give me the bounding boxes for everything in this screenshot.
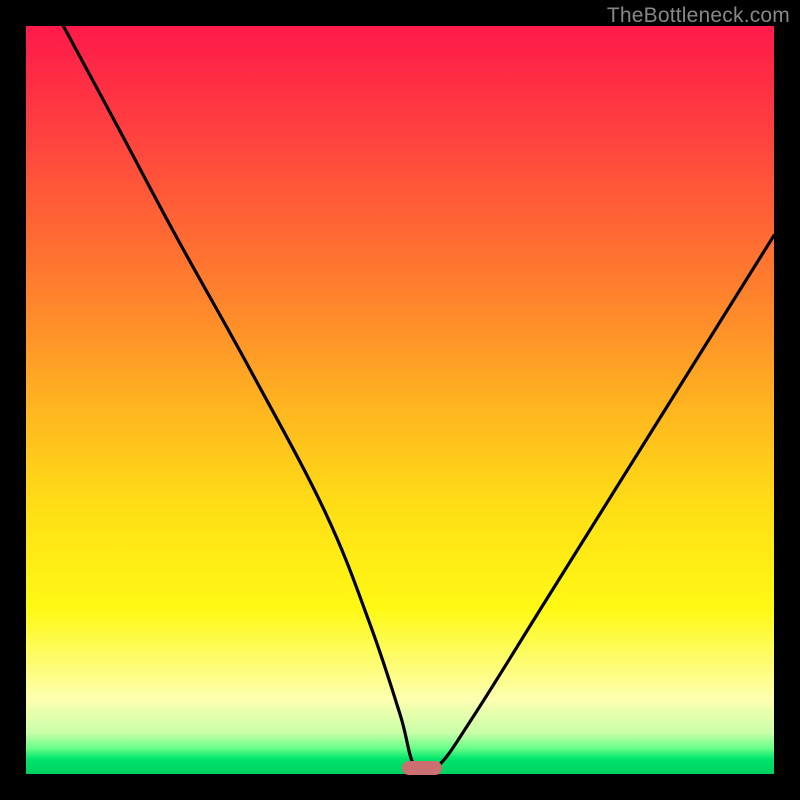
bottleneck-curve [26,26,774,774]
optimal-marker [402,761,442,775]
watermark-text: TheBottleneck.com [607,4,790,28]
plot-area [26,26,774,774]
curve-path [63,26,774,774]
chart-frame: TheBottleneck.com [0,0,800,800]
